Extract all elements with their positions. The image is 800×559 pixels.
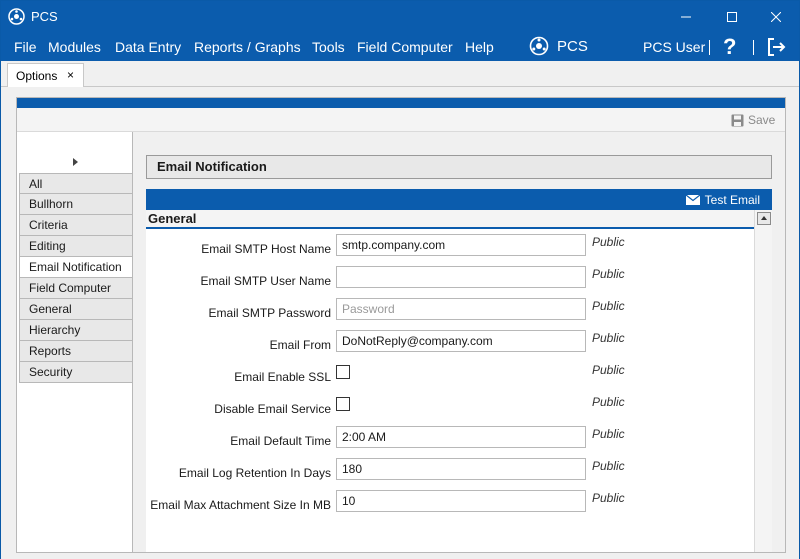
setting-label: Email Enable SSL (234, 370, 331, 384)
close-window-button[interactable] (753, 1, 799, 33)
current-user[interactable]: PCS User (643, 39, 705, 55)
tab-label: Options (16, 69, 58, 83)
category-all[interactable]: All (19, 173, 133, 194)
brand-logo-icon (529, 36, 549, 56)
logout-icon[interactable] (765, 36, 787, 58)
scope-label: Public (592, 267, 625, 281)
tab-options[interactable]: Options × (7, 63, 84, 88)
setting-row: Email From Public (146, 327, 754, 359)
maximize-button[interactable] (709, 1, 755, 33)
log-retention-input[interactable] (336, 458, 586, 480)
menu-help[interactable]: Help (465, 39, 494, 55)
setting-label: Email Default Time (230, 434, 331, 448)
mail-icon (685, 195, 700, 205)
menu-modules[interactable]: Modules (48, 39, 101, 55)
category-criteria[interactable]: Criteria (19, 215, 133, 236)
setting-row: Disable Email Service Public (146, 391, 754, 423)
scope-label: Public (592, 427, 625, 441)
content-area: Save All Bullhorn Criteria Editing Email… (1, 87, 799, 559)
setting-row: Email SMTP Password Public (146, 295, 754, 327)
smtp-password-input[interactable] (336, 298, 586, 320)
setting-row: Email Max Attachment Size In MB Public (146, 487, 754, 519)
smtp-host-name-input[interactable] (336, 234, 586, 256)
test-email-button[interactable]: Test Email (685, 193, 760, 207)
setting-label: Email From (269, 338, 331, 352)
setting-label: Email SMTP Host Name (201, 242, 331, 256)
setting-row: Email Enable SSL Public (146, 359, 754, 391)
vertical-scrollbar[interactable] (754, 210, 772, 552)
menu-field-computer[interactable]: Field Computer (357, 39, 453, 55)
category-security[interactable]: Security (19, 362, 133, 383)
menu-separator (709, 40, 710, 55)
save-button[interactable]: Save (731, 113, 775, 127)
enable-ssl-checkbox[interactable] (336, 365, 350, 379)
settings-pane: Email Notification Test Email General Em… (132, 132, 785, 552)
category-bullhorn[interactable]: Bullhorn (19, 194, 133, 215)
menu-data-entry[interactable]: Data Entry (115, 39, 181, 55)
scope-label: Public (592, 395, 625, 409)
category-editing[interactable]: Editing (19, 236, 133, 257)
setting-label: Email SMTP User Name (200, 274, 331, 288)
settings-form: General Email SMTP Host Name Public Emai… (146, 210, 772, 552)
minimize-button[interactable] (663, 1, 709, 33)
scope-label: Public (592, 363, 625, 377)
smtp-user-name-input[interactable] (336, 266, 586, 288)
category-email-notification[interactable]: Email Notification (19, 257, 133, 278)
disable-email-service-checkbox[interactable] (336, 397, 350, 411)
help-icon[interactable]: ? (723, 34, 736, 60)
setting-row: Email SMTP Host Name Public (146, 231, 754, 263)
window-title: PCS (31, 9, 58, 24)
title-bar: PCS (1, 1, 799, 33)
category-hierarchy[interactable]: Hierarchy (19, 320, 133, 341)
email-from-input[interactable] (336, 330, 586, 352)
panel-toolbar: Save (17, 108, 785, 132)
app-window: PCS File Modules Data Entry Reports / Gr… (0, 0, 800, 559)
document-tab-strip: Options × (1, 61, 799, 88)
menu-reports-graphs[interactable]: Reports / Graphs (194, 39, 301, 55)
save-label: Save (748, 113, 776, 127)
scope-label: Public (592, 235, 625, 249)
section-title: Email Notification (146, 155, 772, 179)
brand: PCS (529, 36, 588, 56)
maximize-icon (727, 12, 737, 22)
category-field-computer[interactable]: Field Computer (19, 278, 133, 299)
expand-arrow-icon[interactable] (73, 158, 78, 166)
setting-row: Email Default Time Public (146, 423, 754, 455)
setting-label: Disable Email Service (214, 402, 331, 416)
section-toolbar: Test Email (146, 189, 772, 210)
save-icon (731, 114, 744, 126)
close-icon (771, 12, 781, 22)
setting-label: Email SMTP Password (208, 306, 331, 320)
tab-close-icon[interactable]: × (67, 68, 74, 82)
app-logo-icon (8, 8, 25, 25)
menu-separator (753, 40, 754, 55)
test-email-label: Test Email (704, 193, 760, 207)
options-category-list: All Bullhorn Criteria Editing Email Noti… (19, 173, 133, 383)
setting-label: Email Max Attachment Size In MB (150, 498, 331, 512)
scope-label: Public (592, 299, 625, 313)
default-time-input[interactable] (336, 426, 586, 448)
options-panel: Save All Bullhorn Criteria Editing Email… (16, 97, 786, 553)
setting-row: Email Log Retention In Days Public (146, 455, 754, 487)
max-attachment-size-input[interactable] (336, 490, 586, 512)
scope-label: Public (592, 491, 625, 505)
scroll-up-icon[interactable] (757, 212, 771, 225)
category-general[interactable]: General (19, 299, 133, 320)
minimize-icon (681, 16, 691, 18)
category-reports[interactable]: Reports (19, 341, 133, 362)
scope-label: Public (592, 331, 625, 345)
panel-header-bar (17, 98, 785, 108)
brand-name: PCS (557, 37, 588, 55)
setting-label: Email Log Retention In Days (178, 466, 331, 480)
menu-file[interactable]: File (14, 39, 37, 55)
scope-label: Public (592, 459, 625, 473)
menu-tools[interactable]: Tools (312, 39, 345, 55)
group-title: General (146, 210, 754, 229)
setting-row: Email SMTP User Name Public (146, 263, 754, 295)
menu-bar: File Modules Data Entry Reports / Graphs… (1, 33, 799, 61)
